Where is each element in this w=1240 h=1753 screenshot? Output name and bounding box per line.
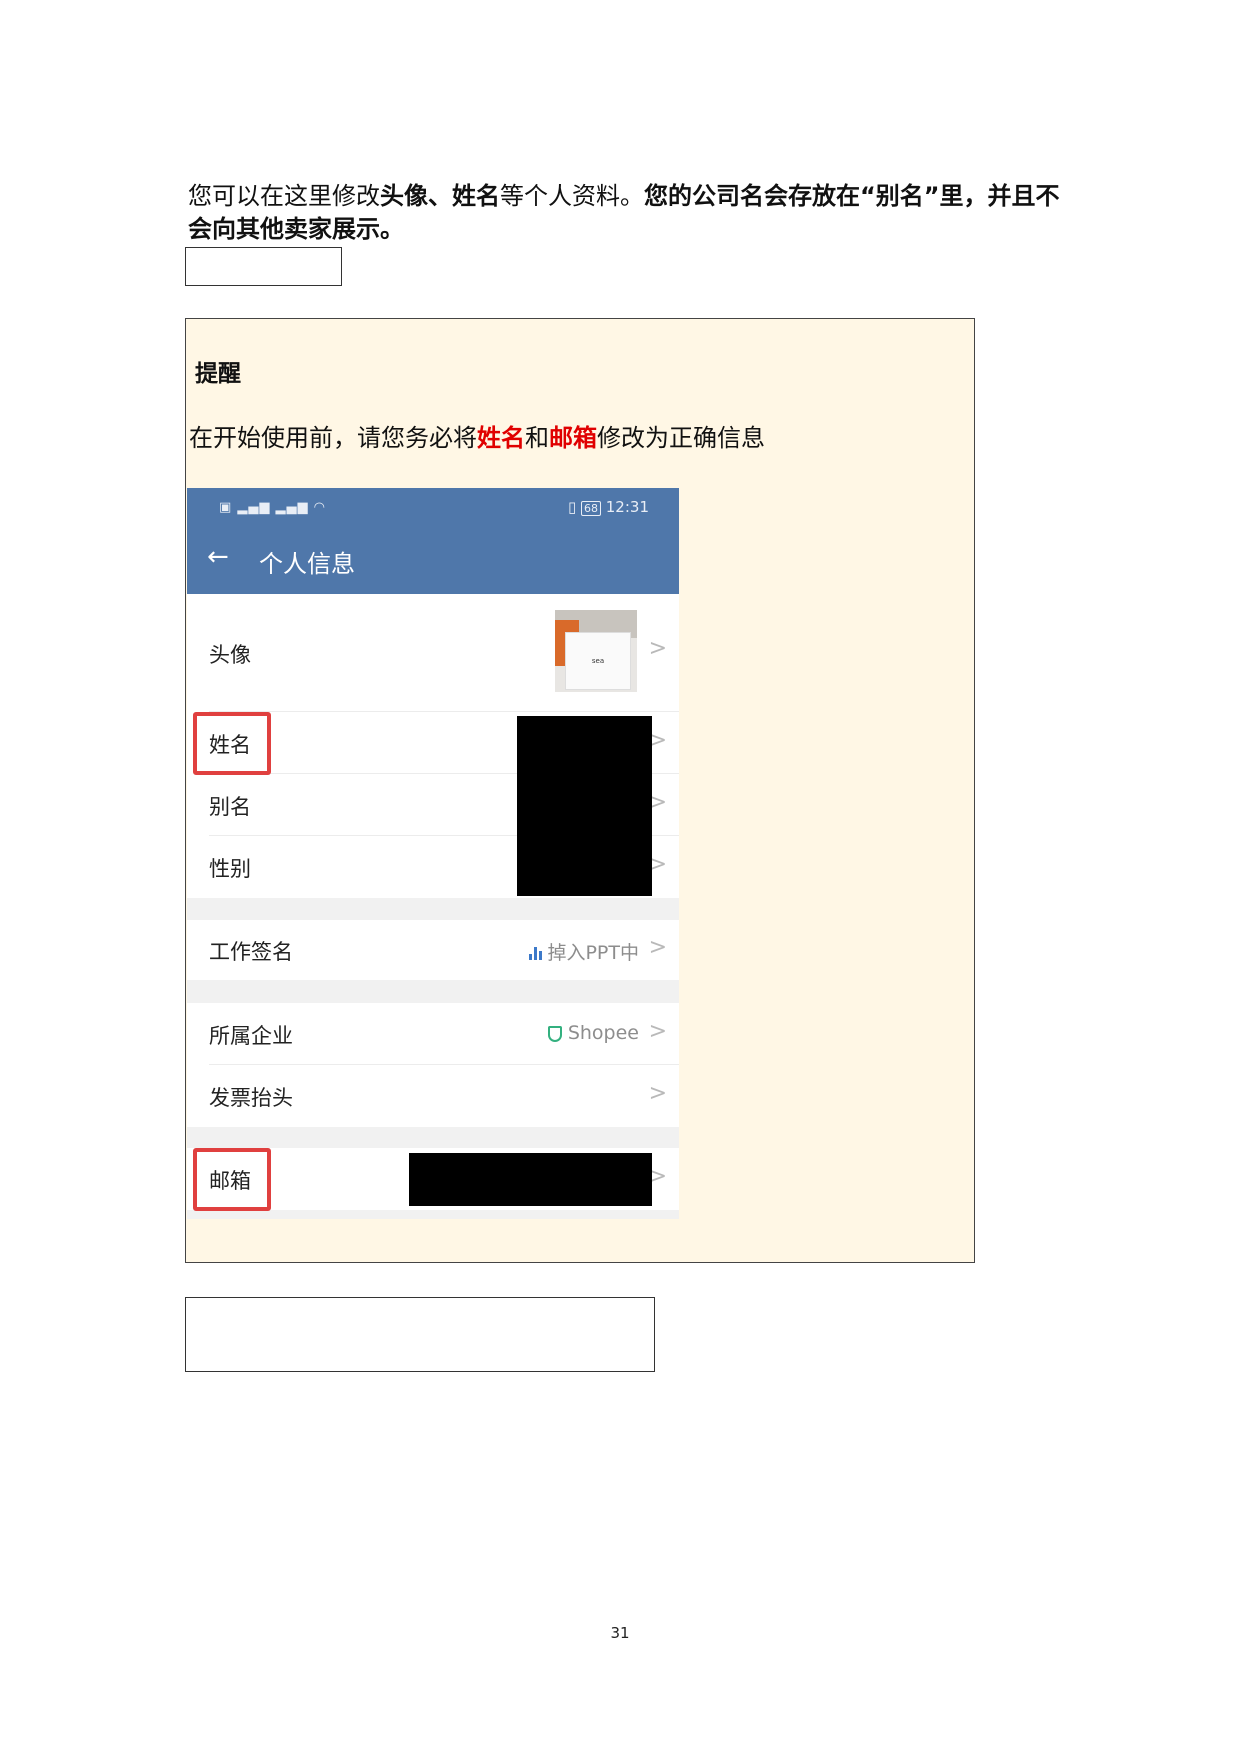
battery-icon: 68 [580, 501, 601, 516]
row-work-status[interactable]: 工作签名 掉入PPT中 > [187, 920, 679, 980]
row-company-label: 所属企业 [209, 1024, 293, 1048]
reminder-text: 在开始使用前，请您务必将姓名和邮箱修改为正确信息 [189, 418, 765, 453]
reminder-title: 提醒 [195, 361, 241, 387]
intro-text-2: 等个人资料。 [500, 182, 644, 210]
shield-check-icon [547, 1025, 562, 1042]
app-title-bar: ← 个人信息 [187, 530, 679, 594]
intro-bold-1: 头像、姓名 [380, 182, 500, 210]
company-text: Shopee [567, 1022, 639, 1044]
row-avatar-label: 头像 [209, 643, 251, 667]
row-alias-label: 别名 [209, 795, 251, 819]
row-work-status-label: 工作签名 [209, 940, 293, 964]
highlight-box-email [193, 1148, 271, 1211]
chevron-right-icon: > [648, 935, 667, 960]
bar-chart-icon [529, 947, 543, 960]
redacted-block-name [517, 716, 652, 896]
chevron-right-icon: > [648, 1081, 667, 1106]
empty-placeholder-box-1 [185, 247, 342, 286]
chevron-right-icon: > [648, 636, 667, 661]
row-invoice[interactable]: 发票抬头 > [187, 1065, 679, 1127]
row-invoice-label: 发票抬头 [209, 1086, 293, 1110]
status-time: 12:31 [605, 498, 649, 516]
avatar: sea [555, 610, 637, 692]
status-bar: ▣ ▂▄▆ ▂▄▆ ◠ ▯ 68 12:31 [187, 488, 679, 530]
phone-screenshot: ▣ ▂▄▆ ▂▄▆ ◠ ▯ 68 12:31 ← 个人信息 头像 sea > 姓… [187, 488, 679, 1219]
row-work-status-value: 掉入PPT中 [529, 938, 639, 965]
reminder-text-before: 在开始使用前，请您务必将 [189, 424, 477, 452]
back-arrow-icon[interactable]: ← [207, 542, 229, 572]
reminder-email-highlight: 邮箱 [549, 424, 597, 452]
reminder-name-highlight: 姓名 [477, 424, 525, 452]
empty-placeholder-box-2 [185, 1297, 655, 1372]
reminder-text-after: 修改为正确信息 [597, 424, 765, 452]
row-avatar[interactable]: 头像 sea > [187, 594, 679, 712]
row-company[interactable]: 所属企业 Shopee > [187, 1003, 679, 1065]
chevron-right-icon: > [648, 1019, 667, 1044]
intro-paragraph: 您可以在这里修改头像、姓名等个人资料。您的公司名会存放在“别名”里，并且不会向其… [188, 180, 1068, 246]
row-company-value: Shopee [547, 1022, 639, 1044]
signal-wifi-icon: ▣ ▂▄▆ ▂▄▆ ◠ [219, 500, 327, 515]
intro-text-1: 您可以在这里修改 [188, 182, 380, 210]
highlight-box-name [193, 712, 271, 775]
reminder-text-mid: 和 [525, 424, 549, 452]
status-right: ▯ 68 12:31 [567, 498, 649, 516]
work-status-text: 掉入PPT中 [547, 942, 639, 964]
redacted-block-email [409, 1153, 652, 1206]
avatar-card-text: sea [565, 632, 631, 690]
screen-title: 个人信息 [259, 550, 355, 578]
page-number: 31 [610, 1624, 630, 1642]
row-gender-label: 性别 [209, 857, 251, 881]
